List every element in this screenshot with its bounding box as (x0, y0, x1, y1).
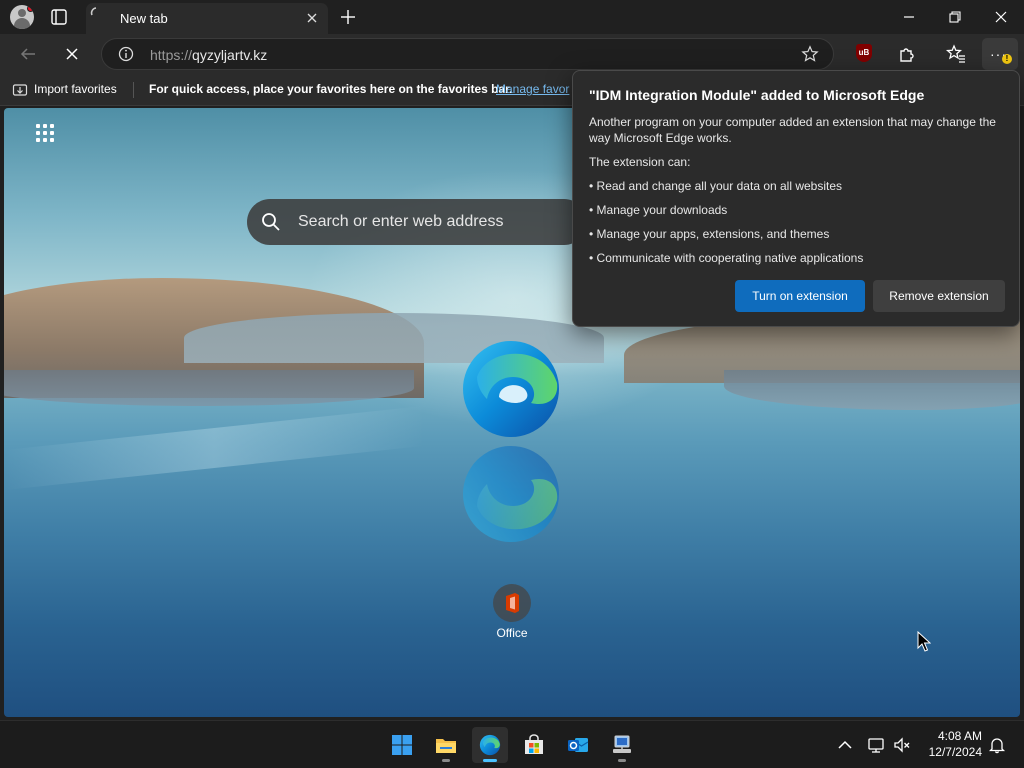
tab-title: New tab (120, 11, 168, 26)
network-icon[interactable] (867, 736, 885, 754)
title-bar: New tab (0, 0, 1024, 34)
settings-and-more-button[interactable]: ··· ! (982, 38, 1018, 70)
edge-icon (479, 734, 501, 756)
address-url[interactable]: https://qyzyljartv.kz (150, 47, 267, 63)
tab-new-tab[interactable]: New tab (86, 3, 328, 34)
taskbar-network-app[interactable] (604, 727, 640, 763)
taskbar-file-explorer[interactable] (428, 727, 464, 763)
quick-link-office[interactable] (493, 584, 531, 622)
start-button[interactable] (384, 727, 420, 763)
address-bar[interactable]: https://qyzyljartv.kz (101, 38, 834, 70)
permissions-heading: The extension can: (589, 155, 691, 169)
permission-item: • Communicate with cooperating native ap… (589, 251, 864, 265)
running-indicator (618, 759, 626, 762)
notification-bell-icon[interactable] (988, 736, 1006, 754)
volume-muted-icon[interactable] (893, 736, 911, 754)
minimize-button[interactable] (899, 7, 919, 27)
add-favorite-star-icon[interactable] (801, 45, 819, 63)
background-shore-left (4, 370, 414, 406)
profile-notification-dot (27, 5, 34, 12)
running-indicator (442, 759, 450, 762)
new-tab-button[interactable] (338, 7, 358, 27)
remove-extension-button[interactable]: Remove extension (873, 280, 1005, 312)
url-scheme: https:// (150, 47, 193, 63)
turn-on-extension-button[interactable]: Turn on extension (735, 280, 865, 312)
dialog-description: Another program on your computer added a… (589, 115, 996, 145)
close-tab-icon[interactable] (304, 10, 320, 26)
close-window-button[interactable] (991, 7, 1011, 27)
windows-taskbar: 4:08 AM 12/7/2024 (0, 720, 1024, 768)
network-app-icon (613, 735, 631, 753)
microsoft-edge-logo (463, 341, 559, 437)
file-explorer-icon (436, 739, 456, 753)
import-favorites-icon[interactable] (12, 82, 28, 98)
new-tab-search-box[interactable]: Search or enter web address (247, 199, 587, 245)
clock-time: 4:08 AM (937, 729, 982, 743)
taskbar-store[interactable] (516, 727, 552, 763)
system-clock[interactable]: 4:08 AM 12/7/2024 (918, 728, 982, 760)
warning-badge-icon: ! (1002, 54, 1012, 64)
avatar-body (14, 18, 30, 29)
search-icon (262, 213, 280, 231)
taskbar-edge[interactable] (472, 727, 508, 763)
clock-date: 12/7/2024 (928, 745, 982, 759)
url-host: qyzyljartv.kz (192, 47, 268, 63)
permission-item: • Read and change all your data on all w… (589, 179, 843, 193)
extensions-puzzle-icon[interactable] (896, 43, 918, 65)
permission-item: • Manage your apps, extensions, and them… (589, 227, 830, 241)
taskbar-outlook[interactable] (560, 727, 596, 763)
loading-spinner-icon (90, 7, 97, 16)
outlook-icon (568, 738, 589, 752)
favorites-separator (133, 82, 134, 98)
active-indicator (483, 759, 497, 762)
import-favorites-link[interactable]: Import favorites (34, 82, 117, 96)
back-button[interactable] (18, 44, 38, 64)
favorites-collection-icon[interactable] (945, 43, 967, 65)
search-placeholder: Search or enter web address (298, 213, 504, 230)
mouse-cursor-icon (917, 631, 931, 652)
tab-actions-icon[interactable] (50, 8, 68, 26)
show-hidden-icons-chevron-icon[interactable] (836, 736, 854, 754)
background-shore-right (724, 370, 1020, 410)
extension-added-dialog: "IDM Integration Module" added to Micros… (572, 70, 1020, 327)
restore-button[interactable] (945, 7, 965, 27)
quick-link-office-label[interactable]: Office (480, 626, 544, 640)
navigation-toolbar: https://qyzyljartv.kz uB ··· ! (0, 34, 1024, 74)
stop-loading-button[interactable] (62, 44, 82, 64)
store-icon (525, 734, 543, 754)
permission-item: • Manage your downloads (589, 203, 728, 217)
site-info-icon[interactable] (118, 46, 134, 62)
profile-avatar[interactable] (10, 5, 34, 29)
favorites-bar-message: For quick access, place your favorites h… (149, 82, 513, 96)
avatar-head (18, 9, 26, 17)
manage-favorites-link[interactable]: Manage favor (496, 82, 569, 96)
ublock-origin-extension-icon[interactable]: uB (856, 44, 872, 62)
edge-logo-reflection (463, 446, 559, 542)
start-icon (392, 735, 412, 755)
background-water-highlight (4, 405, 424, 491)
office-icon (506, 593, 519, 613)
dialog-title: "IDM Integration Module" added to Micros… (589, 87, 925, 103)
app-launcher-grid-icon[interactable] (34, 122, 56, 144)
